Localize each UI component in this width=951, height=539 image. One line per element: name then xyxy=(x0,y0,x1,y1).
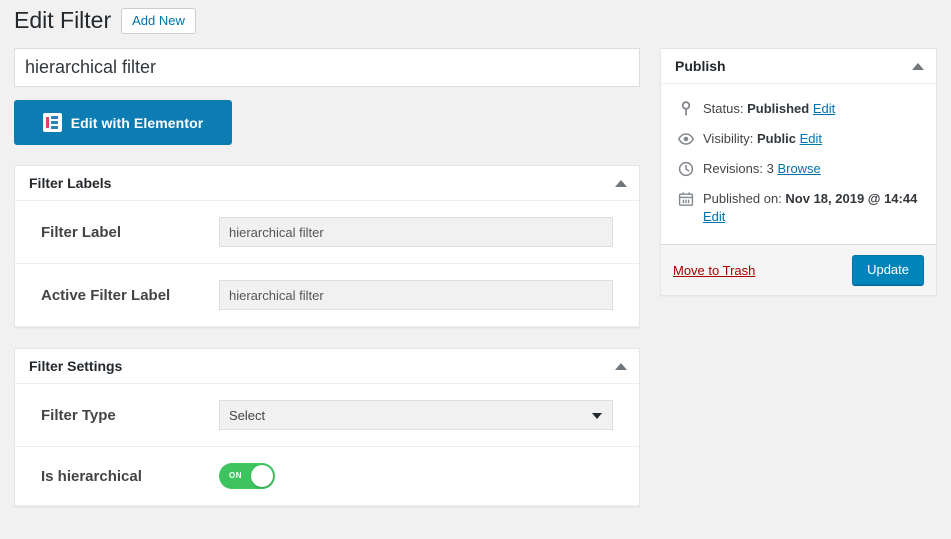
published-on-prefix: Published on: xyxy=(703,191,786,206)
page-title: Edit Filter xyxy=(14,7,112,33)
is-hierarchical-control: ON xyxy=(219,463,639,489)
revisions-text: Revisions: 3 Browse xyxy=(703,160,924,178)
publish-title: Publish xyxy=(675,58,726,74)
filter-labels-header[interactable]: Filter Labels xyxy=(15,166,639,201)
main-column: Edit with Elementor Filter Labels Filter… xyxy=(14,48,640,507)
toggle-state-label: ON xyxy=(229,471,242,480)
active-filter-label-row: Active Filter Label xyxy=(15,264,639,327)
clock-revision-icon xyxy=(677,160,695,178)
status-value: Published xyxy=(747,101,810,116)
revisions-prefix: Revisions: xyxy=(703,161,767,176)
filter-type-control: Select xyxy=(219,400,639,430)
update-button[interactable]: Update xyxy=(852,255,924,285)
visibility-row: Visibility: Public Edit xyxy=(673,124,924,154)
status-edit-link[interactable]: Edit xyxy=(813,101,835,116)
status-prefix: Status: xyxy=(703,101,748,116)
move-to-trash-link[interactable]: Move to Trash xyxy=(673,263,755,278)
visibility-value: Public xyxy=(756,131,796,146)
side-column: Publish Status: Published Edit Visibilit… xyxy=(660,48,937,296)
active-filter-label-label: Active Filter Label xyxy=(41,286,171,304)
published-on-value: Nov 18, 2019 @ 14:44 xyxy=(785,191,918,206)
filter-labels-title: Filter Labels xyxy=(29,175,112,191)
filter-label-row: Filter Label xyxy=(15,201,639,264)
publish-body: Status: Published Edit Visibility: Publi… xyxy=(661,84,936,244)
add-new-button[interactable]: Add New xyxy=(121,7,196,34)
toggle-knob xyxy=(251,465,273,487)
is-hierarchical-toggle[interactable]: ON xyxy=(219,463,275,489)
published-on-edit-link[interactable]: Edit xyxy=(703,209,725,224)
publish-metabox: Publish Status: Published Edit Visibilit… xyxy=(660,48,937,296)
active-filter-label-input[interactable] xyxy=(219,280,613,310)
active-filter-label-control xyxy=(219,280,639,310)
revisions-browse-link[interactable]: Browse xyxy=(777,161,820,176)
eye-icon xyxy=(677,130,695,148)
filter-settings-body: Filter Type Select Is hierarchical ON xyxy=(15,384,639,506)
calendar-icon xyxy=(677,190,695,208)
filter-type-select[interactable]: Select xyxy=(219,400,613,430)
post-title-input[interactable] xyxy=(14,48,640,87)
revisions-count: 3 xyxy=(766,161,774,176)
elementor-icon xyxy=(42,113,62,132)
filter-labels-metabox: Filter Labels Filter Label Active Filter… xyxy=(14,165,640,328)
filter-settings-metabox: Filter Settings Filter Type Select Is hi… xyxy=(14,348,640,507)
status-row: Status: Published Edit xyxy=(673,94,924,124)
filter-label-label: Filter Label xyxy=(41,223,122,241)
visibility-prefix: Visibility: xyxy=(703,131,757,146)
filter-label-control xyxy=(219,217,639,247)
page-header: Edit Filter Add New xyxy=(14,6,196,35)
revisions-row: Revisions: 3 Browse xyxy=(673,154,924,184)
triangle-up-icon[interactable] xyxy=(912,62,924,70)
visibility-text: Visibility: Public Edit xyxy=(703,130,924,148)
published-on-row: Published on: Nov 18, 2019 @ 14:44 Edit xyxy=(673,184,924,232)
chevron-down-icon xyxy=(592,413,602,419)
wp-edit-filter-screen: Edit Filter Add New Edit with Elementor … xyxy=(0,0,951,539)
filter-type-selected-value: Select xyxy=(229,407,266,423)
publish-header[interactable]: Publish xyxy=(661,49,936,84)
filter-type-row: Filter Type Select xyxy=(15,384,639,447)
pin-icon xyxy=(677,100,695,118)
filter-settings-title: Filter Settings xyxy=(29,358,123,374)
edit-with-elementor-button[interactable]: Edit with Elementor xyxy=(14,100,232,145)
is-hierarchical-row: Is hierarchical ON xyxy=(15,447,639,506)
triangle-up-icon[interactable] xyxy=(615,179,627,187)
filter-labels-body: Filter Label Active Filter Label xyxy=(15,201,639,327)
edit-with-elementor-label: Edit with Elementor xyxy=(70,114,204,131)
filter-label-input[interactable] xyxy=(219,217,613,247)
published-on-text: Published on: Nov 18, 2019 @ 14:44 Edit xyxy=(703,190,924,226)
status-text: Status: Published Edit xyxy=(703,100,924,118)
visibility-edit-link[interactable]: Edit xyxy=(800,131,822,146)
filter-type-label: Filter Type xyxy=(41,406,116,424)
triangle-up-icon[interactable] xyxy=(615,362,627,370)
publish-footer: Move to Trash Update xyxy=(661,244,936,295)
is-hierarchical-label: Is hierarchical xyxy=(41,467,142,485)
filter-settings-header[interactable]: Filter Settings xyxy=(15,349,639,384)
